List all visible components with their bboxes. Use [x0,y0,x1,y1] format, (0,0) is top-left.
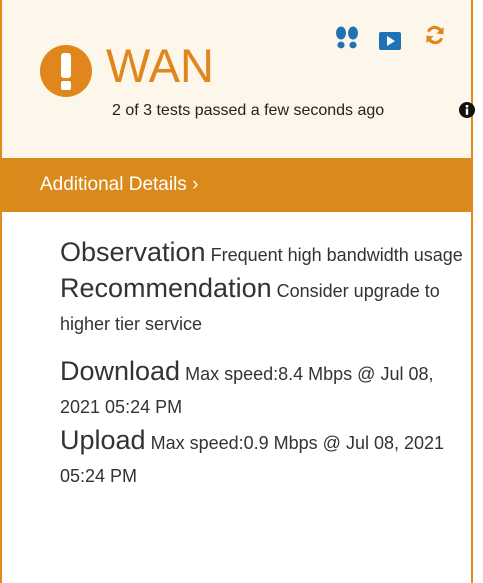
footprints-icon[interactable] [334,26,360,50]
download-section: Download Max speed:8.4 Mbps @ Jul 08, 20… [60,355,470,424]
refresh-icon[interactable] [424,24,446,46]
observation-text: Frequent high bandwidth usage [210,245,463,265]
observation-section: Observation Frequent high bandwidth usag… [60,236,470,272]
upload-heading: Upload [60,425,146,455]
info-icon[interactable] [459,102,475,118]
recommendation-heading: Recommendation [60,273,272,303]
alert-icon-bar [61,53,71,78]
alert-icon [40,45,92,97]
alert-icon-dot [61,81,71,90]
details-body: Observation Frequent high bandwidth usag… [60,236,470,493]
download-heading: Download [60,356,181,386]
panel-title: WAN [106,39,214,92]
test-status-text: 2 of 3 tests passed a few seconds ago [112,102,385,119]
additional-details-label: Additional Details › [40,174,199,195]
wan-panel: WAN 2 of 3 tests passed a few seconds ag… [0,0,475,583]
panel-header: WAN 2 of 3 tests passed a few seconds ag… [2,0,475,158]
recommendation-section: Recommendation Consider upgrade to highe… [60,272,470,341]
header-actions [332,20,472,56]
observation-heading: Observation [60,237,206,267]
additional-details-toggle[interactable]: Additional Details › [2,158,471,212]
upload-section: Upload Max speed:0.9 Mbps @ Jul 08, 2021… [60,424,470,493]
play-icon[interactable] [379,32,401,50]
